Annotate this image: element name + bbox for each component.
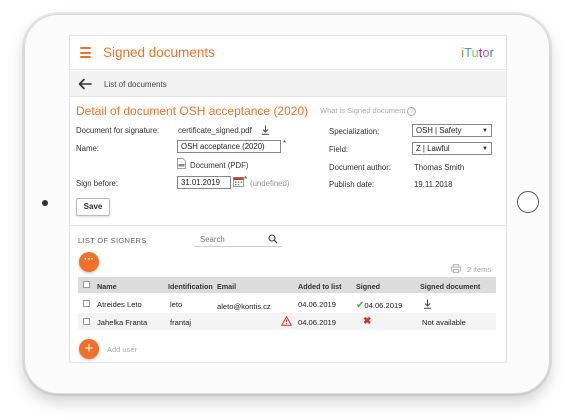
search-input[interactable] [194, 233, 264, 246]
warning-icon [281, 316, 292, 326]
sign-before-input[interactable] [177, 176, 231, 189]
app-screen: Signed documents iTutor List of document… [70, 36, 506, 362]
row-checkbox[interactable] [83, 300, 90, 307]
breadcrumb[interactable]: List of documents [104, 80, 167, 89]
table-row[interactable]: Jahelka Franta frantaj 04.06.2019 ✖ Not … [78, 313, 496, 330]
print-icon[interactable] [451, 264, 461, 273]
name-input[interactable] [177, 140, 281, 153]
back-arrow-icon[interactable] [78, 78, 92, 90]
top-bar: Signed documents iTutor [70, 36, 506, 70]
signer-identification: leto [170, 300, 183, 309]
help-link[interactable]: What is Signed document? [320, 106, 417, 116]
signed-document-status: Not available [422, 318, 466, 327]
chevron-down-icon: ▼ [482, 128, 488, 134]
download-icon[interactable] [261, 125, 270, 135]
specialization-select[interactable]: OSH | Safety ▼ [412, 124, 492, 137]
doc-for-signature-value: certificate_signed.pdf [178, 126, 252, 135]
section-divider [70, 225, 506, 226]
menu-icon[interactable] [80, 47, 91, 58]
download-icon[interactable] [423, 299, 432, 309]
doc-for-signature-label: Document for signature: [76, 126, 160, 135]
items-count: 2 items [467, 265, 492, 274]
col-identification[interactable]: Identification [168, 282, 213, 291]
col-added[interactable]: Added to list [298, 282, 342, 291]
signer-name: Jahelka Franta [97, 318, 148, 327]
signer-added-date: 04.06.2019 [298, 318, 337, 327]
signer-identification: frantaj [170, 318, 192, 327]
pdf-file-icon [177, 158, 186, 169]
more-actions-button[interactable]: ··· [79, 252, 99, 272]
page-title: Signed documents [103, 45, 215, 60]
signer-email: aleto@kontis.cz [217, 302, 271, 311]
navigation-bar: List of documents [70, 71, 506, 97]
row-checkbox[interactable] [83, 318, 90, 325]
required-mark-date: * [244, 175, 248, 184]
name-label: Name: [76, 144, 99, 153]
signers-title: LIST OF SIGNERS [78, 236, 147, 245]
itutor-logo: iTutor [461, 46, 494, 60]
calendar-icon[interactable] [233, 176, 244, 187]
signer-signed: ✔04.06.2019 [356, 300, 403, 311]
save-button[interactable]: Save [76, 198, 110, 216]
required-mark: * [283, 139, 287, 148]
table-header: Name Identification Email Added to list … [78, 277, 496, 293]
help-icon: ? [407, 106, 417, 116]
publish-date-label: Publish date: [329, 180, 375, 189]
col-name[interactable]: Name [97, 282, 117, 291]
col-email[interactable]: Email [217, 282, 236, 291]
camera-dot [42, 200, 48, 206]
author-value: Thomas Smith [414, 163, 465, 172]
publish-date-value: 19.11.2018 [414, 180, 453, 189]
home-button[interactable] [517, 191, 539, 213]
add-user-label[interactable]: Add user [107, 345, 137, 354]
col-signed[interactable]: Signed [356, 282, 380, 291]
select-all-checkbox[interactable] [83, 281, 90, 288]
field-select[interactable]: Z | Lawful ▼ [412, 142, 492, 155]
field-label: Field: [329, 145, 349, 154]
document-pdf-link[interactable]: Document (PDF) [190, 161, 249, 170]
undefined-label: (undefined) [250, 179, 290, 188]
signer-added-date: 04.06.2019 [298, 300, 337, 309]
chevron-down-icon: ▼ [482, 146, 488, 152]
author-label: Document author: [329, 163, 391, 172]
table-row[interactable]: Atreides Leto leto aleto@kontis.cz 04.06… [78, 295, 496, 312]
specialization-label: Specialization: [329, 127, 380, 136]
detail-title: Detail of document OSH acceptance (2020) [76, 104, 309, 118]
add-user-button[interactable]: + [79, 339, 99, 359]
search-icon[interactable] [268, 234, 278, 244]
search-field[interactable] [194, 233, 282, 247]
col-signed-document[interactable]: Signed document [420, 282, 480, 291]
signer-name: Atreides Leto [97, 300, 142, 309]
not-signed-icon: ✖ [363, 316, 372, 327]
sign-before-label: Sign before: [76, 179, 119, 188]
